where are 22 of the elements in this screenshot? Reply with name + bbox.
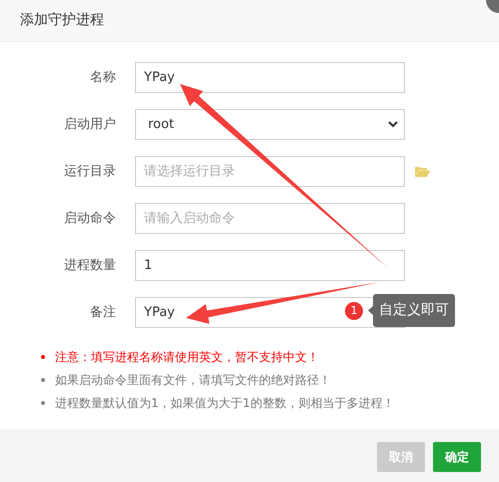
field-label: 启动命令 [63,210,116,228]
field-label: 进程数量 [63,256,116,275]
bullet-icon [41,401,45,405]
tooltip: 自定义即可 [373,294,455,327]
field-label: 备注 [89,304,116,322]
chevron-down-icon [388,121,398,128]
input-field[interactable]: 请输入启动命令 [135,203,405,234]
help-note: 进程数量默认值为1，如果值为大于1的整数，则相当于多进程！ [55,395,394,412]
field-label: 运行目录 [63,162,116,181]
input-field[interactable]: 请选择运行目录 [135,156,405,187]
input-field[interactable]: YPay [135,62,405,93]
bullet-icon [41,378,45,382]
close-icon[interactable] [486,0,499,13]
field-label: 名称 [89,68,116,87]
dialog-title: 添加守护进程 [20,11,104,30]
user-select[interactable]: root [135,109,405,140]
field-label: 启动用户 [63,116,116,134]
help-note: 如果启动命令里面有文件，请填写文件的绝对路径！ [55,372,331,389]
tooltip-pointer-icon [368,306,373,315]
bullet-icon [41,355,45,359]
input-field[interactable]: 1 [135,250,405,281]
warning-note: 注意：填写进程名称请使用英文，暂不支持中文！ [55,349,319,366]
